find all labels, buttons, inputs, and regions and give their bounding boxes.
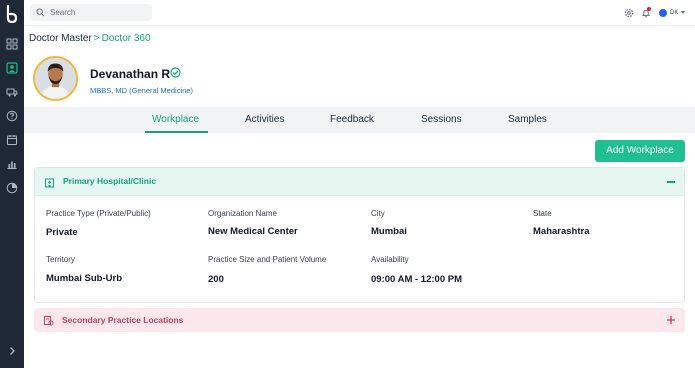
help-icon[interactable] [6, 110, 18, 122]
doctor-master-icon[interactable] [6, 62, 18, 74]
field-label-city: City [371, 209, 385, 218]
field-label-practice-type: Practice Type (Private/Public) [46, 209, 151, 218]
field-value-practice-type: Private [46, 227, 78, 238]
app-logo[interactable] [5, 4, 19, 24]
tab-feedback[interactable]: Feedback [330, 114, 374, 126]
search-input[interactable]: Search [30, 4, 152, 21]
doctor-name: Devanathan R [90, 67, 171, 81]
expand-plus-icon[interactable] [666, 315, 676, 325]
user-initials[interactable]: DK [670, 9, 678, 17]
expand-sidebar-icon[interactable] [6, 344, 18, 356]
field-label-territory: Territory [46, 255, 75, 264]
user-avatar[interactable] [659, 9, 667, 17]
breadcrumb-root[interactable]: Doctor Master [29, 33, 92, 44]
field-label-state: State [533, 209, 552, 218]
collapse-minus-icon[interactable] [667, 181, 675, 183]
tab-workplace[interactable]: Workplace [152, 114, 199, 126]
field-value-practice-size: 200 [208, 274, 224, 285]
hospital-icon [45, 178, 54, 188]
settings-icon[interactable] [624, 8, 634, 18]
delivery-icon[interactable] [6, 86, 18, 98]
breadcrumb-separator: > [93, 33, 100, 44]
field-value-organization: New Medical Center [208, 226, 298, 237]
field-label-organization: Organization Name [208, 209, 277, 218]
field-value-state: Maharashtra [533, 226, 590, 237]
search-placeholder: Search [50, 8, 76, 17]
primary-hospital-header[interactable]: Primary Hospital/Clinic [35, 168, 684, 196]
secondary-locations-title: Secondary Practice Locations [62, 315, 184, 325]
doctor-photo [33, 56, 78, 101]
field-value-availability: 09:00 AM - 12:00 PM [371, 274, 462, 285]
active-tab-indicator [145, 131, 208, 133]
add-workplace-button[interactable]: Add Workplace [595, 140, 685, 162]
breadcrumb: Doctor Master > Doctor 360 [29, 33, 151, 45]
field-label-availability: Availability [371, 255, 409, 264]
reports-icon[interactable] [6, 158, 18, 170]
left-nav-rail [0, 0, 24, 368]
analytics-icon[interactable] [6, 182, 18, 194]
search-icon [36, 8, 45, 17]
tab-bar: Workplace Activities Feedback Sessions S… [24, 107, 695, 133]
calendar-icon[interactable] [6, 134, 18, 146]
tab-sessions[interactable]: Sessions [421, 114, 462, 126]
location-icon [44, 316, 54, 326]
field-label-practice-size: Practice Size and Patient Volume [208, 255, 327, 264]
tab-activities[interactable]: Activities [245, 114, 284, 126]
verified-check-icon [170, 67, 181, 78]
field-value-territory: Mumbai Sub-Urb [46, 273, 122, 284]
notification-badge [647, 7, 651, 11]
primary-hospital-title: Primary Hospital/Clinic [63, 176, 157, 186]
secondary-locations-card[interactable]: Secondary Practice Locations [34, 308, 685, 332]
tab-samples[interactable]: Samples [508, 114, 547, 126]
primary-hospital-card: Primary Hospital/Clinic Practice Type (P… [34, 167, 685, 303]
doctor-qualification: MBBS, MD (General Medicine) [90, 86, 193, 95]
breadcrumb-current: Doctor 360 [101, 33, 151, 44]
top-bar: Search [24, 0, 695, 26]
dashboard-icon[interactable] [6, 38, 18, 50]
field-value-city: Mumbai [371, 226, 407, 237]
chevron-down-icon[interactable] [681, 11, 685, 14]
